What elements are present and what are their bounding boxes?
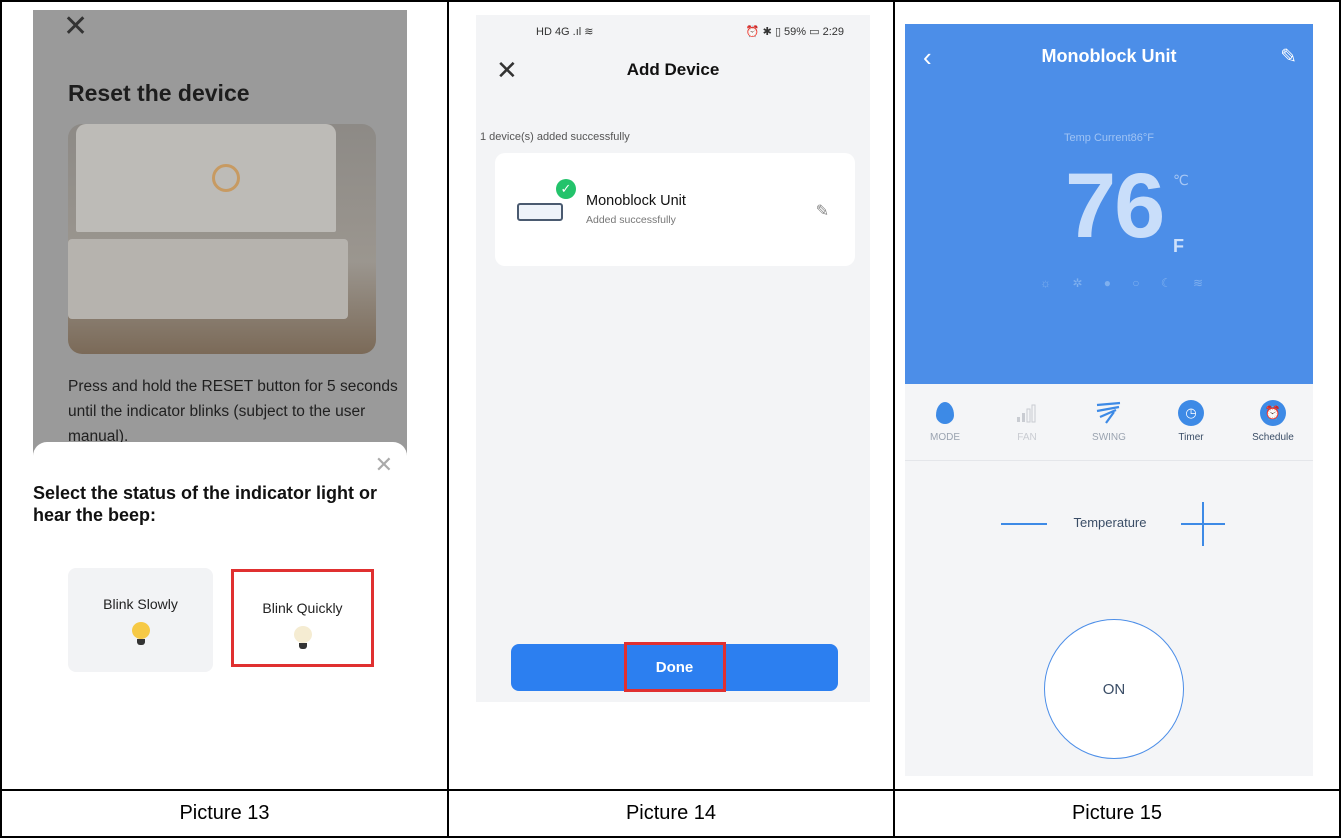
close-icon[interactable]: ✕ [63, 12, 88, 42]
bulb-glass [131, 622, 150, 639]
sheet-close-icon[interactable]: ✕ [375, 452, 393, 478]
timer-button[interactable]: ◷ Timer [1151, 396, 1231, 443]
added-count-text: 1 device(s) added successfully [480, 131, 630, 143]
device-status: Added successfully [586, 214, 676, 226]
bulb-icon [293, 626, 312, 649]
page-title: Reset the device [68, 80, 250, 106]
swing-label: SWING [1092, 432, 1126, 443]
current-temperature: Temp Current86°F [1064, 132, 1154, 144]
schedule-button[interactable]: ⏰ Schedule [1233, 396, 1313, 443]
bulb-glass [293, 626, 312, 643]
drop-icon [936, 402, 954, 424]
fan-label: FAN [1017, 432, 1037, 443]
section-divider [905, 460, 1313, 461]
page-title: Add Device [626, 60, 720, 79]
mode-indicator-icons: ☼ ✲ ● ○ ☾ ≋ [1040, 276, 1213, 290]
status-signal: HD 4G .ıl ≋ [536, 26, 594, 38]
timer-label: Timer [1178, 432, 1204, 443]
fahrenheit-unit[interactable]: F [1173, 236, 1184, 257]
power-icon [212, 164, 240, 192]
mode-button[interactable]: MODE [905, 396, 985, 443]
done-highlight-box [624, 642, 726, 692]
temperature-decrease-button[interactable] [1001, 523, 1047, 525]
option-label: Blink Slowly [103, 596, 178, 612]
sheet-title: Select the status of the indicator light… [33, 483, 378, 525]
swing-icon [1069, 396, 1149, 430]
status-bar: HD 4G .ıl ≋ ⏰ ✱ ▯ 59% ▭ 2:29 [476, 15, 870, 45]
caption-picture-14: Picture 14 [625, 802, 717, 824]
option-blink-quickly[interactable]: Blink Quickly [231, 569, 374, 667]
power-on-button[interactable]: ON [1044, 619, 1184, 759]
bulb-icon [131, 622, 150, 645]
fan-bars-icon [987, 396, 1067, 430]
mode-label: MODE [930, 432, 960, 443]
plus-icon-v [1202, 502, 1204, 546]
indicator-status-sheet: ✕ Select the status of the indicator lig… [33, 442, 407, 710]
device-photo [68, 124, 376, 354]
check-icon: ✓ [556, 179, 576, 199]
set-temperature: 76 [1065, 155, 1165, 257]
table-border-left [0, 0, 2, 838]
screen-reset-device: ✕ Reset the device Press and hold the RE… [33, 10, 407, 710]
swing-button[interactable]: SWING [1069, 396, 1149, 443]
schedule-label: Schedule [1252, 432, 1294, 443]
bulb-base [136, 639, 145, 645]
alarm-icon: ⏰ [1260, 400, 1286, 426]
temperature-label: Temperature [1073, 515, 1147, 530]
device-base-image [68, 239, 348, 319]
clock-icon: ◷ [1178, 400, 1204, 426]
option-label: Blink Quickly [262, 600, 343, 616]
edit-icon[interactable]: ✎ [816, 201, 829, 221]
reset-instructions: Press and hold the RESET button for 5 se… [68, 378, 398, 445]
caption-picture-13: Picture 13 [179, 802, 270, 824]
option-blink-slowly[interactable]: Blink Slowly [68, 568, 213, 672]
status-battery-time: ⏰ ✱ ▯ 59% ▭ 2:29 [745, 26, 844, 38]
page-title: Monoblock Unit [1041, 46, 1177, 66]
table-divider-1 [447, 0, 449, 838]
fan-button[interactable]: FAN [987, 396, 1067, 443]
table-border-top [0, 0, 1341, 2]
screen-device-control: ‹ Monoblock Unit ✎ Temp Current86°F 76 ℃… [905, 24, 1313, 776]
temperature-panel: ‹ Monoblock Unit ✎ Temp Current86°F 76 ℃… [905, 24, 1313, 384]
device-card[interactable]: ✓ Monoblock Unit Added successfully ✎ [495, 153, 855, 266]
bulb-base [298, 643, 307, 649]
celsius-unit[interactable]: ℃ [1173, 172, 1189, 189]
edit-icon[interactable]: ✎ [1280, 44, 1297, 69]
device-top-image [76, 124, 336, 232]
screen-add-device: HD 4G .ıl ≋ ⏰ ✱ ▯ 59% ▭ 2:29 ✕ Add Devic… [476, 15, 870, 702]
device-name: Monoblock Unit [586, 193, 686, 209]
air-conditioner-icon [517, 203, 563, 221]
caption-picture-15: Picture 15 [1071, 802, 1163, 824]
table-divider-2 [893, 0, 895, 838]
